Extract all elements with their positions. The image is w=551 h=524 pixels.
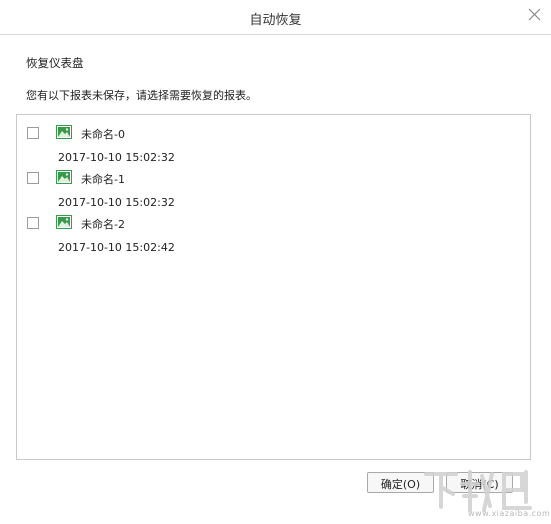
list-item[interactable]: 未命名-0 2017-10-10 15:02:32 (17, 119, 530, 164)
item-checkbox[interactable] (27, 172, 39, 184)
report-icon (56, 170, 72, 184)
item-name: 未命名-1 (81, 173, 125, 186)
report-icon (56, 125, 72, 139)
list-item[interactable]: 未命名-2 2017-10-10 15:02:42 (17, 209, 530, 254)
dialog-title: 自动恢复 (249, 13, 302, 28)
watermark-url: www.xiazaiba.com (468, 509, 551, 518)
section-heading: 恢复仪表盘 (26, 56, 84, 70)
item-name: 未命名-2 (81, 218, 125, 231)
report-list[interactable]: 未命名-0 2017-10-10 15:02:32 未命名-1 2017-10-… (16, 114, 531, 460)
list-item[interactable]: 未命名-1 2017-10-10 15:02:32 (17, 164, 530, 209)
close-icon[interactable] (525, 5, 545, 25)
report-icon (56, 215, 72, 229)
description-text: 您有以下报表未保存，请选择需要恢复的报表。 (26, 89, 257, 102)
title-bar: 自动恢复 (0, 0, 551, 35)
item-time: 2017-10-10 15:02:32 (58, 151, 175, 164)
item-checkbox[interactable] (27, 217, 39, 229)
item-time: 2017-10-10 15:02:42 (58, 241, 175, 254)
item-time: 2017-10-10 15:02:32 (58, 196, 175, 209)
auto-recovery-dialog: 自动恢复 恢复仪表盘 您有以下报表未保存，请选择需要恢复的报表。 未命名-0 2… (0, 0, 551, 524)
item-name: 未命名-0 (81, 128, 125, 141)
item-checkbox[interactable] (27, 127, 39, 139)
